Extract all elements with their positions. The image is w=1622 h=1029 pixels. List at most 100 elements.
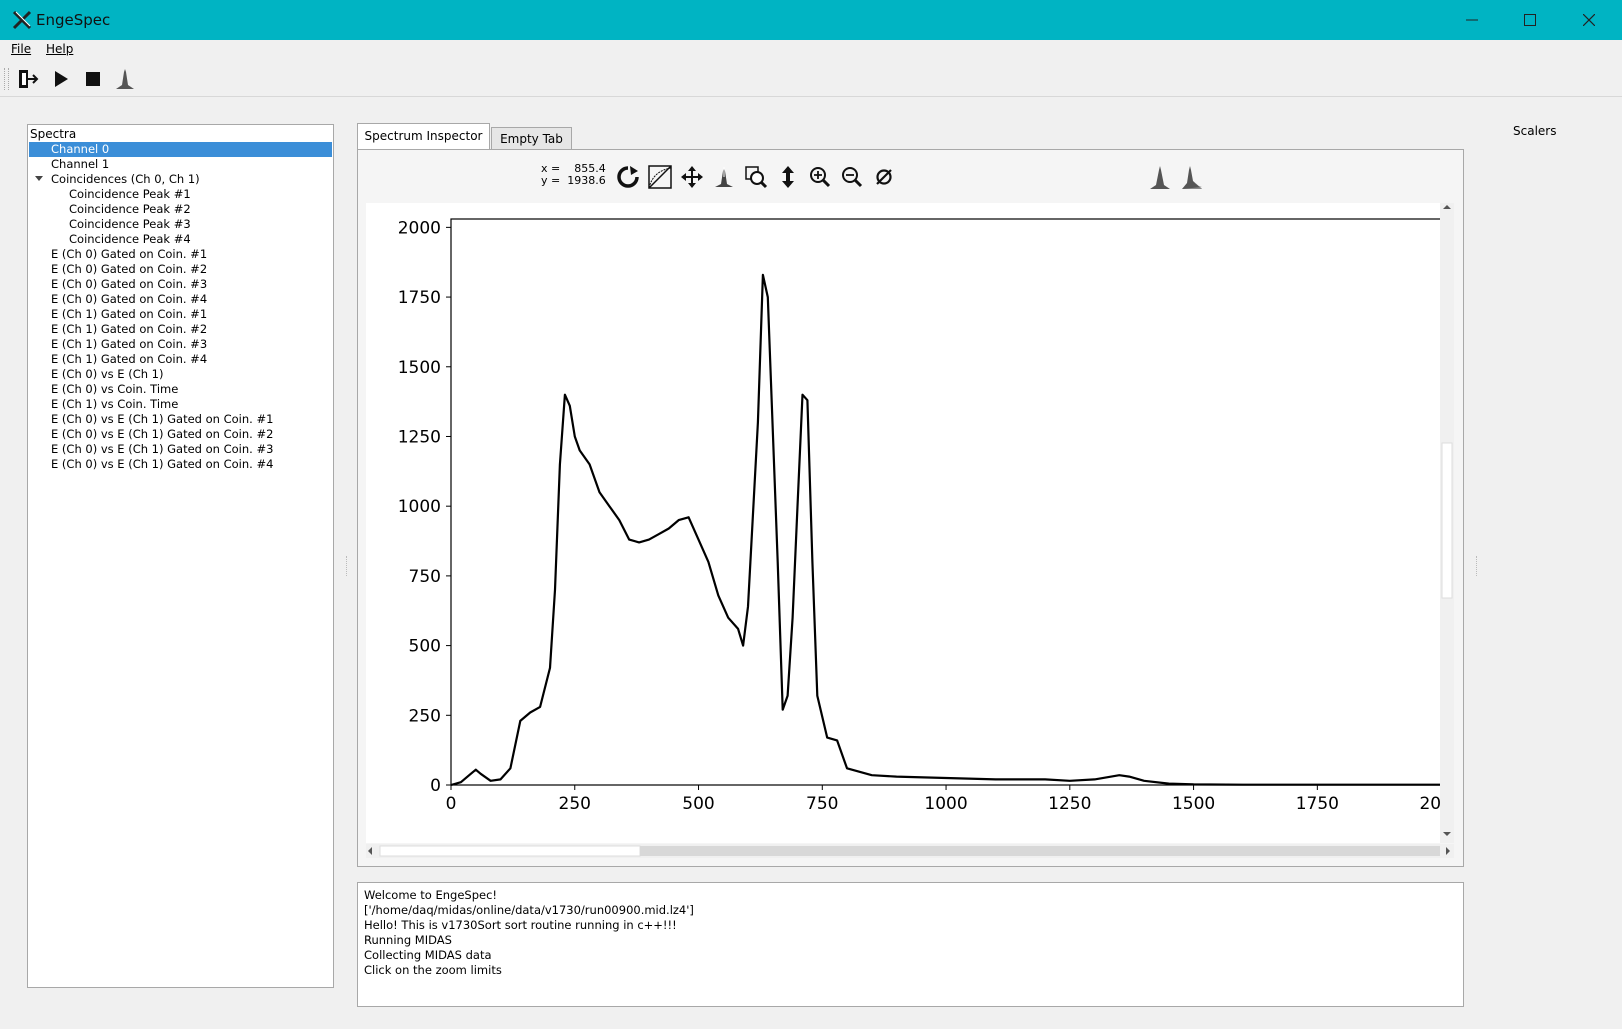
x-tick-label: 1000 (924, 794, 967, 814)
play-icon (55, 71, 68, 87)
maximize-button[interactable] (1515, 6, 1545, 34)
scroll-left-icon[interactable] (368, 847, 372, 855)
spectra-header: Spectra (30, 127, 77, 141)
vertical-scrollbar-track (1441, 205, 1453, 836)
spectra-tree-item[interactable]: E (Ch 1) Gated on Coin. #3 (29, 337, 332, 352)
peak-tail-button[interactable] (1178, 163, 1206, 191)
log-line: ['/home/daq/midas/online/data/v1730/run0… (364, 903, 694, 917)
spectra-tree-item[interactable]: E (Ch 0) vs E (Ch 1) Gated on Coin. #1 (29, 412, 332, 427)
close-icon (1583, 14, 1595, 26)
refresh-button[interactable] (614, 163, 642, 191)
spectra-tree-item-label: E (Ch 1) Gated on Coin. #3 (51, 337, 208, 351)
spectra-tree-item[interactable]: E (Ch 0) vs E (Ch 1) Gated on Coin. #2 (29, 427, 332, 442)
spectra-tree-item[interactable]: E (Ch 0) Gated on Coin. #3 (29, 277, 332, 292)
pan-button[interactable] (678, 163, 706, 191)
y-coord-value: 1938.6 (567, 174, 606, 187)
x-tick-label: 750 (806, 794, 838, 814)
exit-icon (19, 70, 39, 88)
zoom-rect-icon (745, 166, 768, 189)
refresh-icon (617, 166, 639, 188)
spectra-tree-item[interactable]: E (Ch 0) vs E (Ch 1) Gated on Coin. #4 (29, 457, 332, 472)
spectra-tree-item-label: E (Ch 0) Gated on Coin. #3 (51, 277, 208, 291)
right-splitter-handle[interactable] (1476, 556, 1479, 576)
horizontal-scrollbar[interactable] (366, 844, 1454, 858)
spectra-tree-item[interactable]: Coincidences (Ch 0, Ch 1) (29, 172, 332, 187)
plot-axes-frame (450, 218, 1452, 786)
log-line: Click on the zoom limits (364, 963, 502, 977)
y-tick-label: 1750 (398, 288, 441, 308)
scroll-up-icon[interactable] (1443, 205, 1451, 209)
zoom-out-icon (842, 167, 863, 188)
x-tick-label: 1250 (1048, 794, 1091, 814)
log-line: Hello! This is v1730Sort sort routine ru… (364, 918, 677, 932)
toolbar-grip[interactable] (4, 68, 9, 90)
spectrum-canvas[interactable]: 0 250 500 750 1000 1250 1500 1750 2000 0 250 500 750… (366, 203, 1463, 843)
spectra-tree-item[interactable]: E (Ch 1) Gated on Coin. #2 (29, 322, 332, 337)
spectra-tree-item[interactable]: Coincidence Peak #1 (29, 187, 332, 202)
stop-button[interactable] (80, 66, 106, 92)
tab-spectrum-inspector[interactable]: Spectrum Inspector (357, 123, 490, 150)
peak-fit-icon (1150, 166, 1170, 189)
app-logo-icon (12, 10, 32, 30)
spectra-tree[interactable]: Spectra Channel 0 Channel 1 Coincidences (… (27, 124, 334, 988)
log-output[interactable]: Welcome to EngeSpec! ['/home/daq/midas/on… (357, 882, 1464, 1007)
spectra-tree-item[interactable]: E (Ch 0) Gated on Coin. #1 (29, 247, 332, 262)
peak-button[interactable] (710, 163, 738, 191)
scroll-right-icon[interactable] (1446, 847, 1450, 855)
spectra-tree-item[interactable]: E (Ch 0) vs E (Ch 1) Gated on Coin. #3 (29, 442, 332, 457)
spectra-tree-item-label: Channel 0 (51, 142, 110, 156)
spectra-tree-item-label: E (Ch 1) Gated on Coin. #4 (51, 352, 208, 366)
log-scale-icon (648, 165, 672, 189)
spectra-tree-item-label: E (Ch 0) vs E (Ch 1) (51, 367, 164, 381)
x-tick-label: 2000 (1419, 794, 1440, 814)
play-button[interactable] (48, 66, 74, 92)
spectra-tree-item[interactable]: E (Ch 1) Gated on Coin. #1 (29, 307, 332, 322)
tab-empty[interactable]: Empty Tab (491, 127, 572, 149)
horizontal-scroll-thumb[interactable] (379, 845, 641, 857)
title-bar (0, 0, 1622, 40)
expand-arrow-icon[interactable] (35, 176, 43, 181)
maximize-icon (1524, 14, 1536, 26)
spectra-tree-item[interactable]: E (Ch 1) Gated on Coin. #4 (29, 352, 332, 367)
window-title: EngeSpec (36, 11, 111, 29)
spectrum-chart[interactable]: 0 250 500 750 1000 1250 1500 1750 2000 0 250 500 750… (366, 203, 1463, 843)
spectra-tree-item-label: E (Ch 0) vs E (Ch 1) Gated on Coin. #2 (51, 427, 274, 441)
vertical-scroll-thumb[interactable] (1441, 442, 1453, 599)
y-coord-label: y = (541, 174, 561, 187)
close-button[interactable] (1574, 6, 1604, 34)
spectra-tree-item[interactable]: E (Ch 0) Gated on Coin. #2 (29, 262, 332, 277)
log-line: Collecting MIDAS data (364, 948, 492, 962)
y-tick-label: 1250 (398, 427, 441, 447)
spectra-tree-item-label: E (Ch 1) Gated on Coin. #1 (51, 307, 208, 321)
left-splitter-handle[interactable] (346, 556, 349, 576)
spectra-tree-item[interactable]: E (Ch 0) vs Coin. Time (29, 382, 332, 397)
scroll-down-icon[interactable] (1443, 832, 1451, 836)
spectra-tree-item[interactable]: E (Ch 0) Gated on Coin. #4 (29, 292, 332, 307)
menu-help[interactable]: Help (46, 42, 73, 56)
spectra-tree-item[interactable]: Coincidence Peak #3 (29, 217, 332, 232)
spectra-tree-item[interactable]: Channel 0 (29, 142, 332, 157)
spectra-tree-item[interactable]: Coincidence Peak #2 (29, 202, 332, 217)
peak-tail-icon (1182, 166, 1202, 189)
exit-button[interactable] (15, 66, 41, 92)
spectra-tree-item-label: E (Ch 0) Gated on Coin. #1 (51, 247, 208, 261)
spectra-tree-item[interactable]: Coincidence Peak #4 (29, 232, 332, 247)
minimize-button[interactable] (1457, 6, 1487, 34)
zoom-out-button[interactable] (838, 163, 866, 191)
spectra-tree-item[interactable]: E (Ch 0) vs E (Ch 1) (29, 367, 332, 382)
vertical-zoom-button[interactable] (774, 163, 802, 191)
log-line: Welcome to EngeSpec! (364, 888, 497, 902)
spectrum-button[interactable] (112, 66, 138, 92)
clear-button[interactable] (870, 163, 898, 191)
zoom-in-button[interactable] (806, 163, 834, 191)
horizontal-scrollbar-track (368, 845, 1450, 857)
spectra-tree-item[interactable]: Channel 1 (29, 157, 332, 172)
peak-fit-button[interactable] (1146, 163, 1174, 191)
clear-icon (876, 169, 892, 185)
spectra-tree-item[interactable]: E (Ch 1) vs Coin. Time (29, 397, 332, 412)
vertical-scrollbar[interactable] (1440, 203, 1454, 843)
pan-icon (681, 166, 703, 188)
log-scale-button[interactable] (646, 163, 674, 191)
zoom-rect-button[interactable] (742, 163, 770, 191)
menu-file[interactable]: File (11, 42, 31, 56)
